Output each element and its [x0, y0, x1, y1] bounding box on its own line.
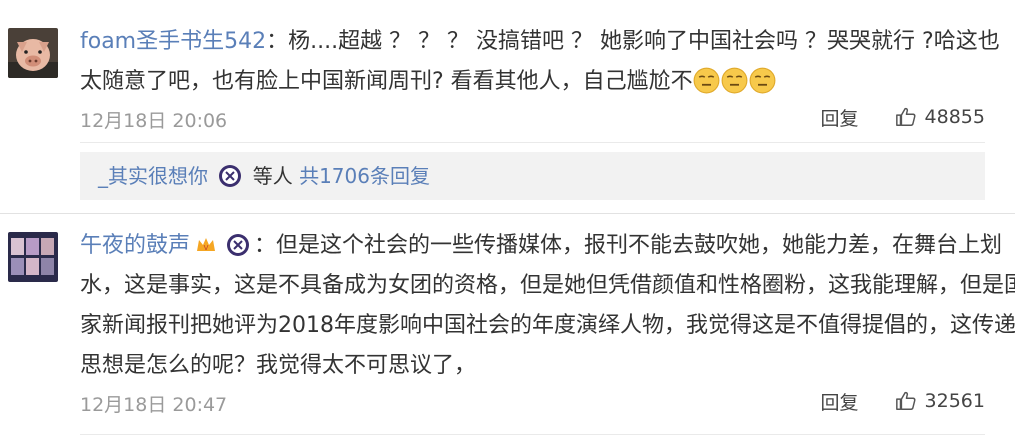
view-replies-link[interactable]: 共1706条回复: [299, 164, 430, 188]
comment-actions: 回复 48855: [821, 104, 985, 130]
awkward-emoji-icon: [693, 67, 720, 94]
comment-separator: [0, 213, 1015, 214]
vip-badge-icon: V: [197, 238, 216, 252]
username-link[interactable]: foam圣手书生542: [80, 29, 266, 54]
night-badge-icon: [227, 234, 250, 256]
comment-text: foam圣手书生542：杨....超越 ？ ？ ？ 没搞错吧 ？ 她影响了中国社…: [80, 22, 1000, 102]
awkward-emoji-icon: [721, 67, 748, 94]
comment-text: 午夜的鼓声 V ：但是这个社会的一些传播媒体，报刊不能去鼓吹她，她能力差，在舞台上划…: [80, 226, 1015, 386]
divider: [80, 142, 985, 143]
like-count: 48855: [924, 106, 985, 128]
awkward-emoji-icon: [749, 67, 776, 94]
username-link[interactable]: 午夜的鼓声: [80, 233, 190, 258]
divider: [80, 434, 985, 435]
reply-middle-text: 等人: [252, 164, 293, 188]
comment-line: 太随意了吧，也有脸上中国新闻周刊? 看看其他人，自己尴尬不: [80, 69, 693, 94]
comment-actions: 回复 32561: [821, 388, 985, 414]
comment-time: 12月18日 20:06: [80, 110, 228, 132]
comment-line: 水，这是事实，这是不具备成为女团的资格，但是她但凭借颜值和性格圈粉，这我能理解，…: [80, 273, 1015, 298]
night-badge-icon: [219, 165, 242, 187]
reply-button[interactable]: 回复: [821, 104, 859, 131]
reply-user-link[interactable]: _其实很想你: [98, 164, 208, 188]
comment-line: 家新闻报刊把她评为2018年度影响中国社会的年度演绎人物，我觉得这是不值得提倡的…: [80, 313, 1015, 338]
comment-time: 12月18日 20:47: [80, 394, 228, 416]
comment-line: ：但是这个社会的一些传播媒体，报刊不能去鼓吹她，她能力差，在舞台上划: [254, 233, 1003, 258]
svg-text:V: V: [204, 244, 209, 252]
replies-summary[interactable]: _其实很想你 等人 共1706条回复: [80, 152, 985, 200]
avatar[interactable]: [8, 28, 58, 78]
thumbs-up-icon[interactable]: [895, 390, 917, 412]
thumbs-up-icon[interactable]: [895, 106, 917, 128]
reply-button[interactable]: 回复: [821, 388, 859, 415]
like-count: 32561: [924, 390, 985, 412]
comment-line: ：杨....超越 ？ ？ ？ 没搞错吧 ？ 她影响了中国社会吗 ？哭哭就行 ?哈…: [266, 29, 1000, 54]
avatar[interactable]: [8, 232, 58, 282]
comment-line: 思想是怎么的呢？我觉得太不可思议了，: [80, 353, 477, 378]
